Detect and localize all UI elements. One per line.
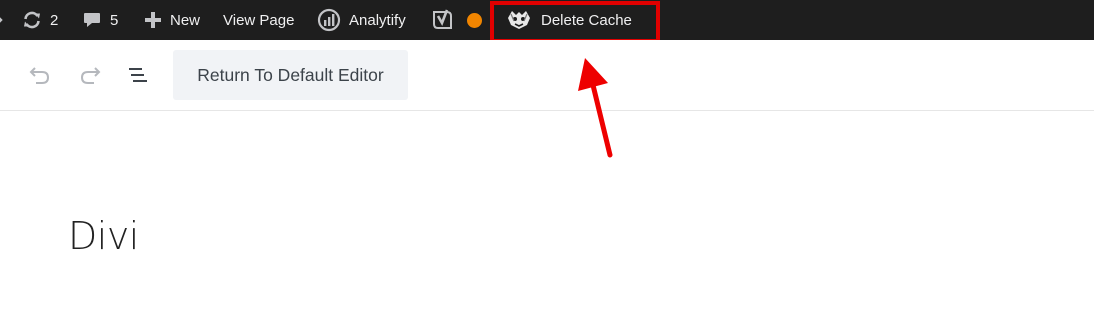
new-label: New [170, 11, 201, 29]
return-to-default-editor-button[interactable]: Return To Default Editor [173, 50, 408, 100]
redo-icon[interactable] [78, 64, 102, 91]
updates-icon [22, 10, 42, 30]
cache-plugin-mascot-icon [506, 9, 532, 31]
yoast-seo-menu[interactable] [430, 0, 454, 40]
analytify-label: Analytify [349, 11, 406, 29]
comments-menu[interactable]: 5 [82, 0, 118, 40]
red-arrow-annotation [570, 55, 630, 165]
updates-menu[interactable]: 2 [22, 0, 58, 40]
new-content-menu[interactable]: New [144, 0, 200, 40]
undo-icon[interactable] [28, 64, 52, 91]
wordpress-logo-fragment-icon[interactable] [0, 13, 4, 27]
wp-admin-bar: 2 5 New View Page Analytify Delete Cache [0, 0, 1094, 40]
document-outline-icon[interactable] [126, 64, 150, 91]
view-page-link[interactable]: View Page [223, 0, 294, 40]
comments-count: 5 [110, 11, 119, 29]
analytify-menu[interactable]: Analytify [317, 0, 406, 40]
delete-cache-menu[interactable]: Delete Cache [506, 0, 632, 40]
page-title[interactable]: Divi [68, 214, 139, 258]
plus-icon [144, 11, 162, 29]
comments-icon [82, 10, 102, 30]
yoast-icon [430, 8, 454, 32]
seo-status-dot [467, 13, 482, 28]
updates-count: 2 [50, 11, 59, 29]
editor-page: 2 5 New View Page Analytify Delete Cache… [0, 0, 1094, 310]
editor-toolbar: Return To Default Editor [0, 40, 1094, 111]
view-page-label: View Page [223, 11, 295, 29]
delete-cache-label: Delete Cache [541, 11, 632, 29]
analytify-icon [317, 8, 341, 32]
